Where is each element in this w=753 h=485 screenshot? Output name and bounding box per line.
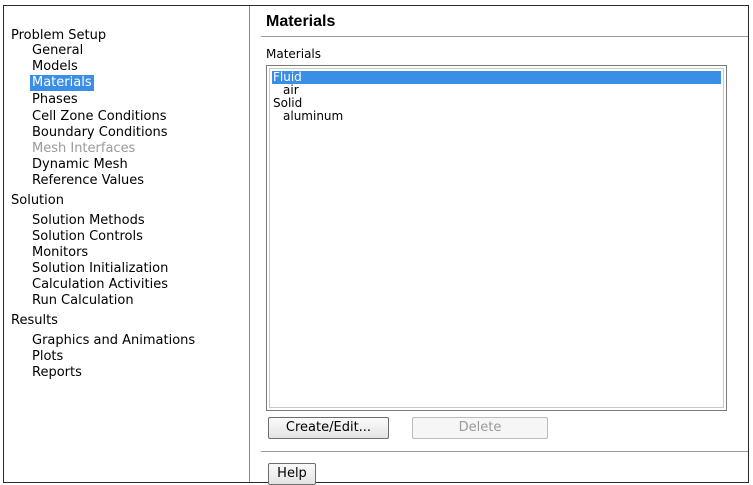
tree-section-problem-setup[interactable]: Problem Setup [11, 28, 106, 43]
tree-item-materials[interactable]: Materials [30, 75, 94, 91]
tree-item-solution-initialization[interactable]: Solution Initialization [30, 261, 170, 277]
list-item-fluid[interactable]: Fluid [272, 71, 721, 84]
tree-item-phases[interactable]: Phases [30, 92, 80, 108]
task-panel: Materials Materials Fluid air Solid alum… [251, 6, 748, 485]
help-button[interactable]: Help [268, 463, 316, 485]
materials-list[interactable]: Fluid air Solid aluminum [266, 65, 727, 411]
tree-item-mesh-interfaces: Mesh Interfaces [32, 141, 136, 156]
tree-section-solution[interactable]: Solution [11, 193, 64, 208]
tree-item-general[interactable]: General [30, 43, 85, 59]
tree-item-reports[interactable]: Reports [30, 365, 84, 381]
window-frame: Problem Setup General Models Materials P… [3, 5, 749, 485]
tree-item-plots[interactable]: Plots [30, 349, 65, 365]
title-divider [261, 36, 748, 37]
tree-item-solution-methods[interactable]: Solution Methods [30, 213, 147, 229]
tree-item-boundary-conditions[interactable]: Boundary Conditions [30, 125, 170, 141]
tree-item-calculation-activities[interactable]: Calculation Activities [30, 277, 170, 293]
tree-item-solution-controls[interactable]: Solution Controls [30, 229, 145, 245]
button-divider [261, 451, 748, 452]
tree-item-run-calculation[interactable]: Run Calculation [30, 293, 136, 309]
create-edit-button[interactable]: Create/Edit... [268, 417, 389, 439]
delete-button: Delete [412, 417, 548, 439]
materials-list-viewport: Fluid air Solid aluminum [269, 68, 724, 408]
navigation-tree: Problem Setup General Models Materials P… [4, 6, 250, 482]
tree-item-cell-zone-conditions[interactable]: Cell Zone Conditions [30, 109, 168, 125]
materials-list-label: Materials [266, 47, 322, 61]
tree-item-monitors[interactable]: Monitors [30, 245, 90, 261]
panel-title: Materials [266, 13, 336, 30]
list-item-aluminum[interactable]: aluminum [272, 110, 721, 123]
tree-section-results[interactable]: Results [11, 313, 58, 328]
tree-item-dynamic-mesh[interactable]: Dynamic Mesh [30, 157, 130, 173]
tree-item-models[interactable]: Models [30, 59, 80, 75]
list-item-air[interactable]: air [272, 84, 721, 97]
tree-item-graphics-and-animations[interactable]: Graphics and Animations [30, 333, 197, 349]
tree-item-reference-values[interactable]: Reference Values [30, 173, 146, 189]
